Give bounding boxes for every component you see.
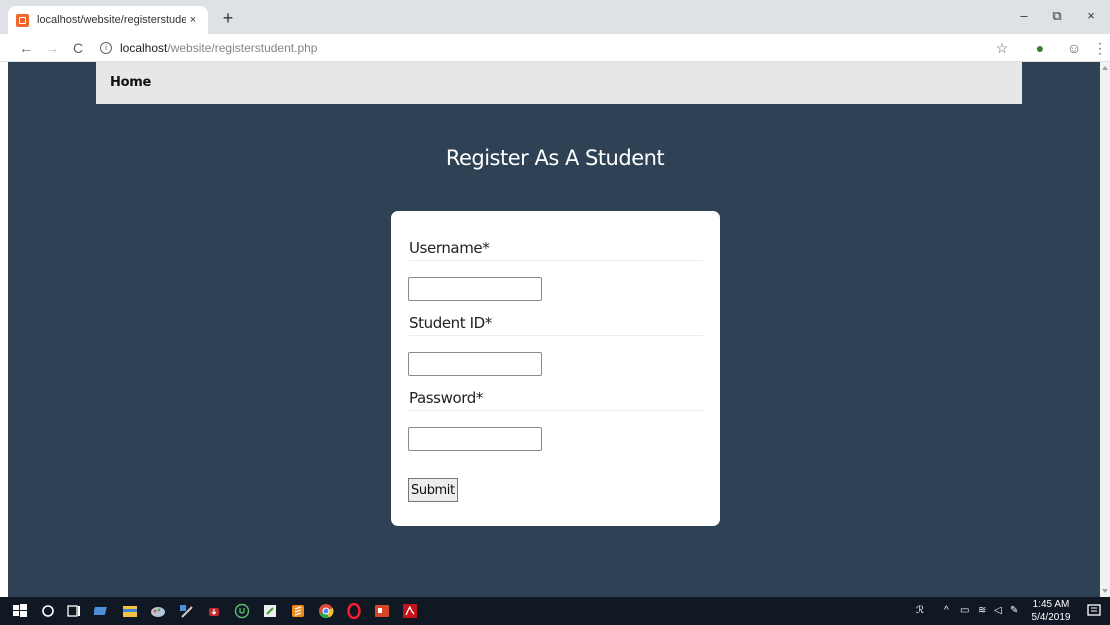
tools-app-icon[interactable] bbox=[178, 603, 194, 619]
register-form-card: Username* Student ID* Password* Submit bbox=[391, 211, 720, 526]
windows-start-icon[interactable] bbox=[12, 603, 28, 619]
password-input[interactable] bbox=[408, 427, 542, 451]
chrome-icon[interactable] bbox=[318, 603, 334, 619]
notifications-icon[interactable] bbox=[1086, 603, 1102, 619]
browser-tab[interactable]: localhost/website/registerstuden × bbox=[8, 6, 208, 34]
page-title: Register As A Student bbox=[445, 146, 665, 170]
url-path: /website/registerstudent.php bbox=[167, 41, 318, 55]
restore-button[interactable]: ⧉ bbox=[1042, 6, 1072, 26]
address-bar[interactable]: i localhost/website/registerstudent.php bbox=[100, 38, 317, 58]
bookmark-star-icon[interactable]: ☆ bbox=[992, 38, 1012, 58]
browser-toolbar: ← → C i localhost/website/registerstuden… bbox=[0, 34, 1110, 62]
sublime-text-icon[interactable] bbox=[290, 603, 306, 619]
password-label: Password* bbox=[409, 389, 703, 411]
extension-icon[interactable]: ● bbox=[1030, 38, 1050, 58]
submit-button[interactable]: Submit bbox=[408, 478, 458, 502]
clock-time: 1:45 AM bbox=[1032, 599, 1070, 610]
student-id-label: Student ID* bbox=[409, 314, 703, 336]
close-window-button[interactable]: × bbox=[1076, 6, 1106, 26]
reload-icon[interactable]: C bbox=[68, 38, 88, 58]
nav-home-link[interactable]: Home bbox=[110, 62, 151, 104]
task-view-icon[interactable] bbox=[66, 603, 82, 619]
opera-icon[interactable] bbox=[346, 603, 362, 619]
upwork-icon[interactable] bbox=[234, 603, 250, 619]
username-input[interactable] bbox=[408, 277, 542, 301]
forward-arrow-icon[interactable]: → bbox=[42, 38, 62, 58]
windows-taskbar: ℛ ^ ▭ ≋ ◁ ✎ 1:45 AM 5/4/2019 bbox=[0, 597, 1110, 625]
pen-icon[interactable]: ✎ bbox=[1010, 597, 1018, 625]
minimize-button[interactable]: – bbox=[1009, 6, 1039, 26]
username-label: Username* bbox=[409, 239, 703, 261]
notepad-icon[interactable] bbox=[262, 603, 278, 619]
back-arrow-icon[interactable]: ← bbox=[16, 38, 36, 58]
url-host: localhost bbox=[120, 41, 168, 55]
tablet-app-icon[interactable] bbox=[94, 603, 110, 619]
powerpoint-icon[interactable] bbox=[374, 603, 390, 619]
paint-app-icon[interactable] bbox=[150, 603, 166, 619]
xampp-favicon-icon bbox=[16, 13, 29, 27]
tab-close-icon[interactable]: × bbox=[186, 14, 200, 26]
battery-icon[interactable]: ▭ bbox=[960, 597, 969, 625]
profile-icon[interactable]: ☺ bbox=[1064, 38, 1084, 58]
page-body: Home Register As A Student Username* Stu… bbox=[8, 62, 1100, 597]
top-navbar: Home bbox=[96, 62, 1022, 104]
info-icon[interactable]: i bbox=[100, 42, 112, 54]
system-clock[interactable]: 1:45 AM 5/4/2019 bbox=[1027, 598, 1075, 624]
search-circle-icon[interactable] bbox=[40, 603, 56, 619]
acrobat-icon[interactable] bbox=[402, 603, 418, 619]
new-tab-button[interactable]: + bbox=[218, 8, 238, 28]
menu-dots-icon[interactable]: ⋮ bbox=[1090, 38, 1110, 58]
people-icon[interactable]: ℛ bbox=[916, 597, 924, 625]
tab-title: localhost/website/registerstuden bbox=[37, 14, 186, 26]
browser-tab-strip: localhost/website/registerstuden × + – ⧉… bbox=[0, 0, 1110, 34]
clock-date: 5/4/2019 bbox=[1031, 612, 1071, 623]
file-explorer-icon[interactable] bbox=[122, 603, 138, 619]
wifi-icon[interactable]: ≋ bbox=[978, 597, 986, 625]
show-hidden-icons-chevron-icon[interactable]: ^ bbox=[944, 597, 949, 625]
student-id-input[interactable] bbox=[408, 352, 542, 376]
page-scrollbar[interactable] bbox=[1100, 62, 1110, 597]
download-manager-icon[interactable] bbox=[206, 603, 222, 619]
volume-icon[interactable]: ◁ bbox=[994, 597, 1002, 625]
